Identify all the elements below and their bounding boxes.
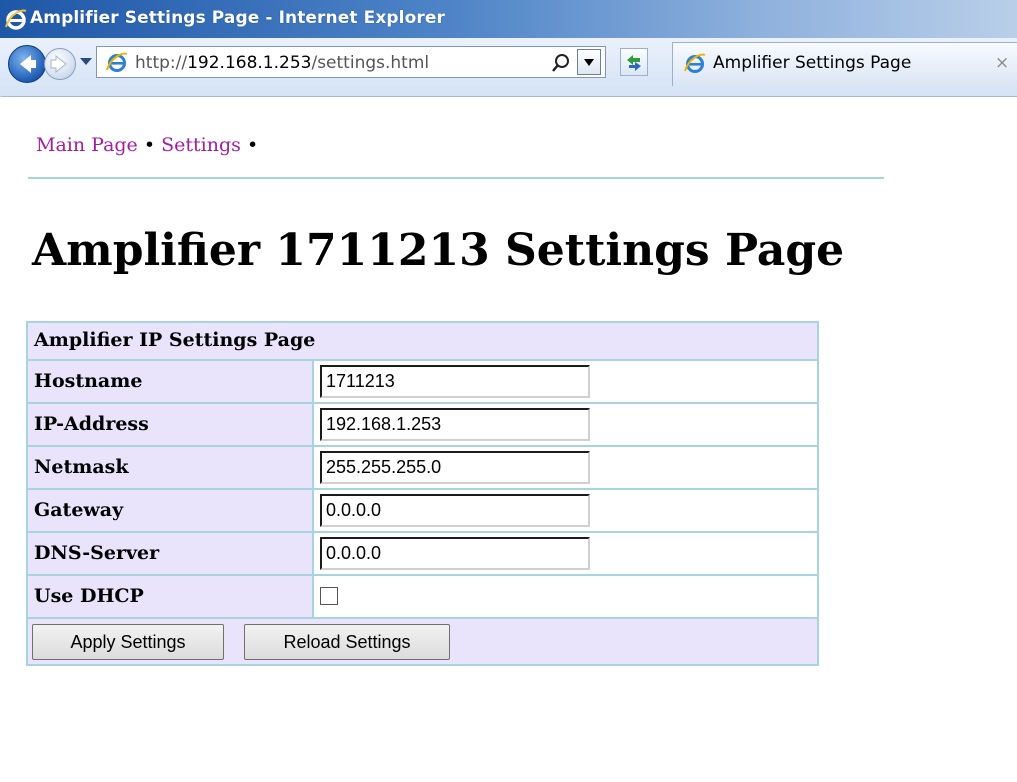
reload-settings-button[interactable]: Reload Settings (244, 624, 450, 660)
forward-button[interactable] (44, 48, 76, 80)
ip-address-label: IP-Address (34, 413, 149, 435)
breadcrumb-main-link[interactable]: Main Page (36, 134, 138, 156)
history-dropdown-icon[interactable] (80, 58, 92, 65)
address-dropdown-button[interactable] (577, 49, 601, 75)
page-title: Amplifier 1711213 Settings Page (32, 225, 845, 276)
table-row: IP-Address (28, 404, 817, 447)
table-row: Hostname (28, 361, 817, 404)
settings-header: Amplifier IP Settings Page (34, 329, 316, 351)
tab-amplifier-settings[interactable]: Amplifier Settings Page × (672, 42, 1017, 86)
netmask-field[interactable] (320, 451, 590, 484)
apply-settings-button[interactable]: Apply Settings (32, 624, 224, 660)
back-button[interactable] (8, 45, 46, 83)
dns-server-label: DNS-Server (34, 542, 160, 564)
divider (28, 177, 884, 179)
settings-header-row: Amplifier IP Settings Page (28, 323, 817, 361)
page-icon (106, 52, 128, 72)
window-title: Amplifier Settings Page - Internet Explo… (30, 8, 445, 28)
browser-navbar: http://192.168.1.253/settings.html Ampli… (0, 38, 1017, 97)
settings-table: Amplifier IP Settings Page Hostname IP-A… (26, 321, 819, 666)
address-bar[interactable]: http://192.168.1.253/settings.html (96, 46, 606, 78)
refresh-icon (627, 55, 641, 71)
ie-logo-icon (5, 9, 27, 30)
gateway-label: Gateway (34, 499, 124, 521)
dns-server-field[interactable] (320, 537, 590, 570)
breadcrumb-separator: • (143, 134, 156, 156)
netmask-label: Netmask (34, 456, 129, 478)
window-titlebar: Amplifier Settings Page - Internet Explo… (0, 0, 1017, 38)
breadcrumb-separator: • (246, 134, 259, 156)
address-host: 192.168.1.253 (187, 53, 312, 73)
page-content: Main Page • Settings • Amplifier 1711213… (0, 97, 1017, 782)
table-row: DNS-Server (28, 533, 817, 576)
breadcrumb-settings-link[interactable]: Settings (161, 134, 241, 156)
back-arrow-icon (20, 55, 36, 73)
refresh-button[interactable] (620, 48, 648, 76)
search-icon[interactable] (550, 52, 572, 74)
breadcrumb: Main Page • Settings • (36, 134, 258, 156)
ip-address-field[interactable] (320, 408, 590, 441)
tab-page-icon (684, 53, 706, 73)
settings-buttons-row: Apply Settings Reload Settings (28, 619, 817, 664)
use-dhcp-checkbox[interactable] (320, 587, 338, 605)
table-row: Gateway (28, 490, 817, 533)
table-row: Netmask (28, 447, 817, 490)
table-row: Use DHCP (28, 576, 817, 619)
use-dhcp-label: Use DHCP (34, 585, 144, 607)
gateway-field[interactable] (320, 494, 590, 527)
address-url: http://192.168.1.253/settings.html (135, 53, 430, 73)
tab-label: Amplifier Settings Page (713, 53, 912, 73)
close-icon[interactable]: × (995, 53, 1009, 73)
forward-arrow-icon (50, 54, 67, 74)
hostname-field[interactable] (320, 365, 590, 398)
hostname-label: Hostname (34, 370, 143, 392)
